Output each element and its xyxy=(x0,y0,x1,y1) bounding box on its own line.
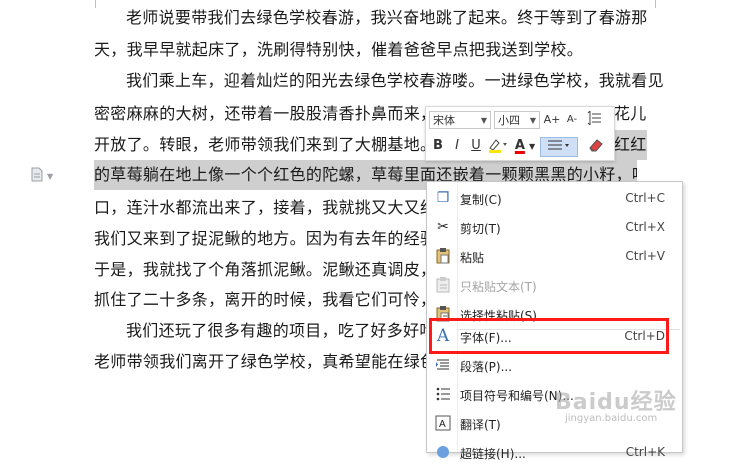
font-color-label: A xyxy=(514,138,525,153)
font-size-value: 小四 xyxy=(498,114,520,127)
menu-item-paragraph[interactable]: 段落(P)... xyxy=(427,351,682,380)
doc-line[interactable]: 老师说要带我们去绿色学校春游，我兴奋地跳了起来。终于等到了春游那 xyxy=(126,3,648,33)
font-name-value: 宋体 xyxy=(433,114,455,127)
svg-text:A: A xyxy=(439,419,446,430)
menu-item-label: 段落(P)... xyxy=(460,360,513,374)
paste-text-icon xyxy=(435,277,451,293)
alignment-button[interactable] xyxy=(540,137,578,157)
scissors-icon: ✂ xyxy=(437,219,449,235)
eraser-icon xyxy=(589,139,603,152)
doc-line[interactable]: 于是，我就找了个角落抓泥鳅。泥鳅还真调皮， xyxy=(94,255,436,285)
menu-item-label: 复制(C) xyxy=(460,193,502,207)
chevron-down-icon: ▼ xyxy=(480,116,487,125)
font-color-button[interactable]: A ▼ xyxy=(512,137,538,156)
menu-item-label: 只粘贴文本(T) xyxy=(460,280,537,294)
highlighter-icon xyxy=(489,139,507,153)
bold-button[interactable]: B xyxy=(429,137,447,155)
underline-button[interactable]: U xyxy=(467,137,485,155)
paragraph-layout-icon[interactable] xyxy=(31,167,43,182)
menu-item-paste[interactable]: 粘贴 Ctrl+V xyxy=(427,242,682,271)
menu-item-hyperlink[interactable]: 超链接(H)... Ctrl+K xyxy=(427,438,682,467)
format-painter-button[interactable] xyxy=(583,137,609,159)
font-size-select[interactable]: 小四 ▼ xyxy=(494,111,540,129)
doc-line[interactable]: 老师带领我们离开了绿色学校，真希望能在绿色 xyxy=(94,347,436,377)
doc-line-tail[interactable]: 花儿 xyxy=(614,99,647,129)
doc-line[interactable]: 我们又来到了捉泥鳅的地方。因为有去年的经验 xyxy=(94,224,436,254)
paragraph-icon xyxy=(435,357,451,373)
shrink-font-button[interactable]: A- xyxy=(563,111,581,129)
page-margin-mark-right xyxy=(655,0,656,8)
highlight-button[interactable] xyxy=(486,137,510,159)
doc-line[interactable]: 密密麻麻的大树，还带着一股股清香扑鼻而来， xyxy=(94,99,436,129)
chevron-down-icon: ▼ xyxy=(529,142,536,151)
font-name-select[interactable]: 宋体 ▼ xyxy=(429,111,491,129)
hyperlink-icon xyxy=(435,444,451,460)
menu-item-paste-text-only: 只粘贴文本(T) xyxy=(427,271,682,300)
menu-item-copy[interactable]: ❐ 复制(C) Ctrl+C xyxy=(427,184,682,213)
menu-item-label: 超链接(H)... xyxy=(460,447,526,461)
doc-line[interactable]: 开放了。转眼，老师带领我们来到了大棚基地。 xyxy=(94,130,436,160)
mini-toolbar: 宋体 ▼ 小四 ▼ A+ A- B I U A ▼ xyxy=(425,106,615,161)
menu-item-label: 剪切(T) xyxy=(460,222,501,236)
menu-item-label: 粘贴 xyxy=(460,251,485,265)
menu-item-shortcut: Ctrl+K xyxy=(625,445,665,459)
menu-item-shortcut: Ctrl+C xyxy=(625,191,665,205)
line-spacing-button[interactable] xyxy=(583,109,609,131)
align-justify-icon xyxy=(548,140,569,150)
menu-item-shortcut: Ctrl+X xyxy=(625,220,665,234)
doc-line[interactable]: 我们乘上车，迎着灿烂的阳光去绿色学校春游喽。一进绿色学校，我就看见 xyxy=(126,66,664,96)
doc-line[interactable]: 天，我早早就起床了，洗刷得特别快，催着爸爸早点把我送到学校。 xyxy=(94,35,583,65)
bullets-icon xyxy=(435,386,451,402)
doc-line[interactable]: 口，连汁水都流出来了，接着，我就挑又大又红的 xyxy=(94,193,453,223)
chevron-down-icon: ▼ xyxy=(529,116,536,125)
baidu-watermark-url: jingyan.baidu.com xyxy=(565,413,658,424)
menu-item-label: 翻译(T) xyxy=(460,418,501,432)
menu-item-shortcut: Ctrl+V xyxy=(625,249,665,263)
copy-icon: ❐ xyxy=(436,190,450,206)
translate-icon: A xyxy=(435,415,451,431)
italic-button[interactable]: I xyxy=(448,137,466,155)
doc-line[interactable]: 抓住了二十多条，离开的时候，我看它们可怜， xyxy=(94,285,436,315)
menu-item-cut[interactable]: ✂ 剪切(T) Ctrl+X xyxy=(427,213,682,242)
grow-font-button[interactable]: A+ xyxy=(543,111,561,129)
page-margin-mark-left xyxy=(95,0,96,8)
doc-line[interactable]: 我们还玩了很多有趣的项目，吃了好多好吃 xyxy=(126,316,436,346)
line-spacing-icon xyxy=(587,109,601,127)
annotation-highlight-box xyxy=(429,318,669,354)
doc-line-tail-selected[interactable]: 红红 xyxy=(614,130,647,160)
baidu-watermark: Baidu经验 xyxy=(555,390,677,415)
paste-icon xyxy=(435,248,451,264)
chevron-down-icon[interactable]: ▼ xyxy=(47,172,53,181)
